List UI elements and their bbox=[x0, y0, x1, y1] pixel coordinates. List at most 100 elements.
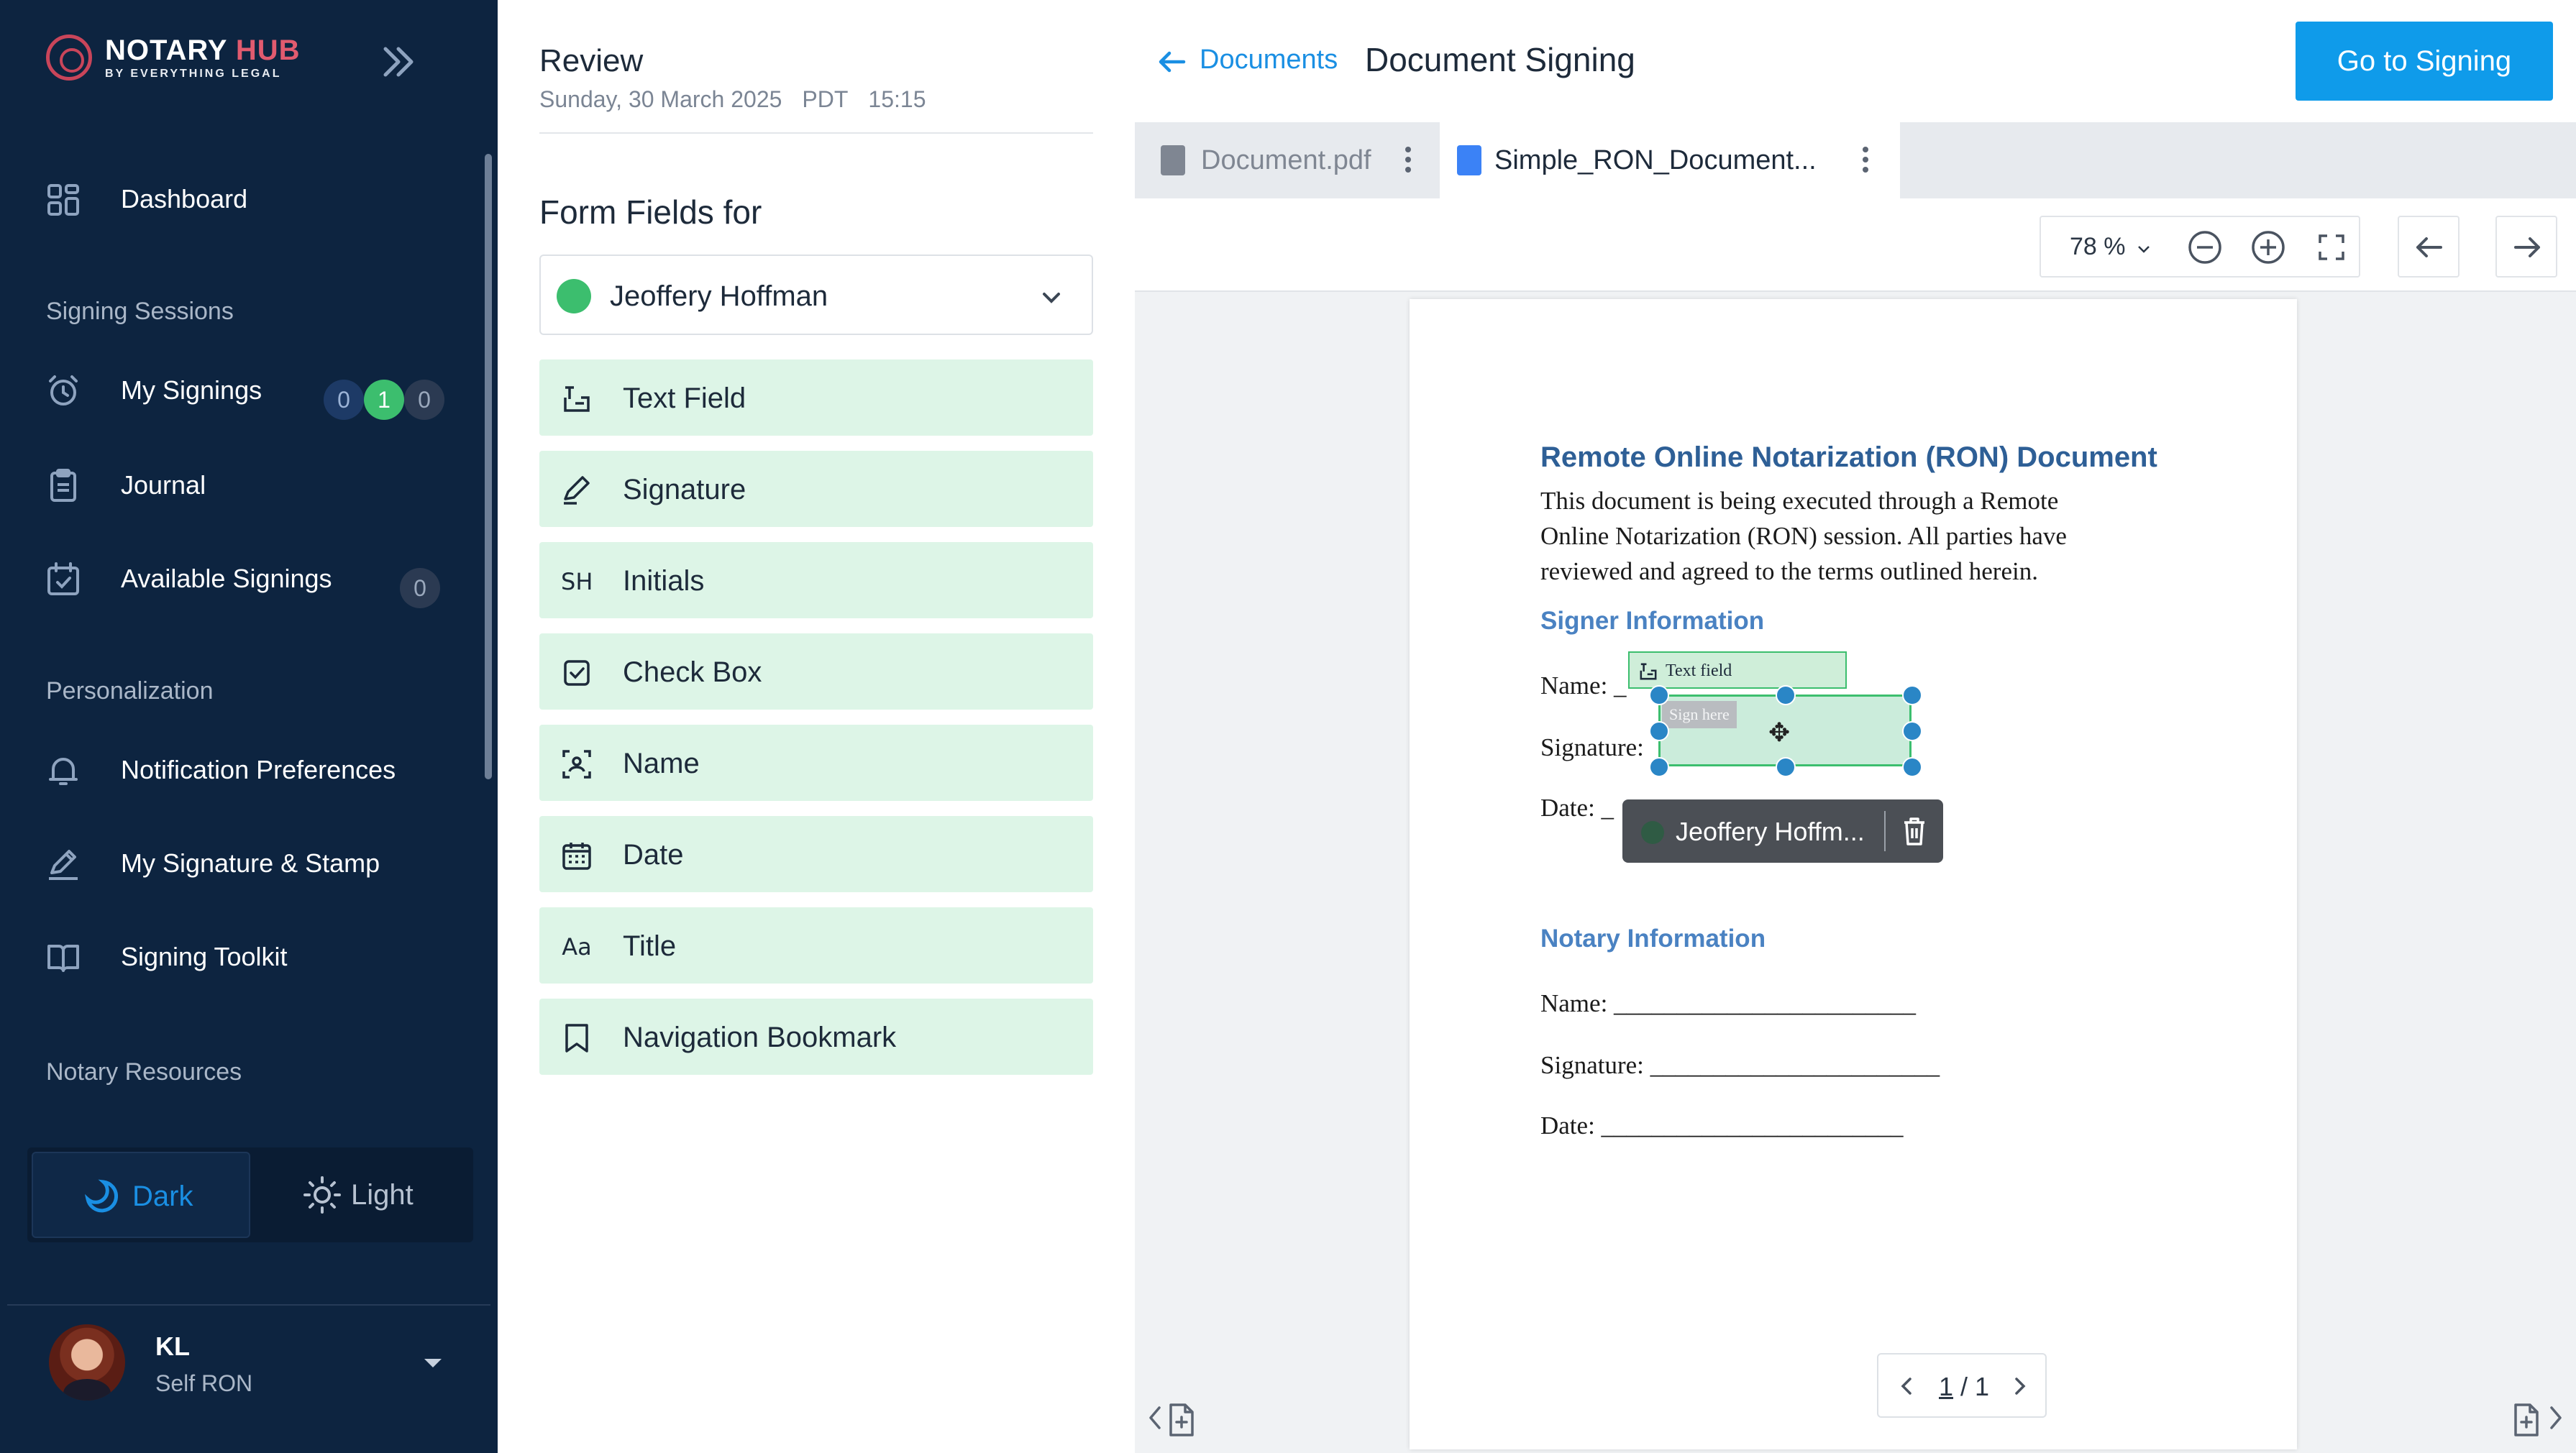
theme-dark-label: Dark bbox=[132, 1181, 193, 1212]
field-item-signature[interactable]: Signature bbox=[539, 451, 1093, 527]
field-item-check-box[interactable]: Check Box bbox=[539, 633, 1093, 710]
arrow-left-icon bbox=[1159, 51, 1186, 73]
session-time: 15:15 bbox=[868, 86, 926, 112]
sidebar-item-available-signings[interactable]: Available Signings 0 bbox=[0, 542, 475, 614]
zoom-controls: 78 % bbox=[2040, 216, 2360, 278]
page-count: 1 / 1 bbox=[1939, 1372, 1990, 1401]
section-heading-signing-sessions: Signing Sessions bbox=[46, 298, 234, 325]
total-pages: 1 bbox=[1975, 1372, 1990, 1401]
sign-here-placeholder: Sign here bbox=[1662, 701, 1737, 728]
avatar[interactable] bbox=[49, 1324, 125, 1401]
arrow-right-icon bbox=[2514, 237, 2540, 257]
collapse-left-panel-icon[interactable] bbox=[1145, 1395, 1210, 1438]
chevron-down-icon bbox=[2138, 246, 2150, 253]
notary-date-line: Date: ________________________ bbox=[1540, 1111, 1904, 1140]
divider bbox=[1884, 811, 1886, 851]
theme-light-button[interactable]: Light bbox=[255, 1152, 469, 1238]
field-item-date[interactable]: Date bbox=[539, 816, 1093, 892]
resize-handle[interactable] bbox=[1902, 721, 1922, 741]
doc-paragraph: This document is being executed through … bbox=[1540, 483, 2188, 589]
field-item-title[interactable]: Aa Title bbox=[539, 907, 1093, 984]
sidebar-scrollbar[interactable] bbox=[485, 154, 492, 779]
field-item-text-field[interactable]: Text Field bbox=[539, 359, 1093, 436]
placed-text-field[interactable]: Text field bbox=[1628, 651, 1847, 689]
tab-document-pdf[interactable]: Document.pdf bbox=[1135, 122, 1438, 198]
go-to-signing-button[interactable]: Go to Signing bbox=[2296, 22, 2553, 101]
tab-label: Document.pdf bbox=[1201, 145, 1371, 175]
collapse-right-panel-icon[interactable] bbox=[2503, 1395, 2567, 1438]
sidebar-item-journal[interactable]: Journal bbox=[0, 449, 475, 521]
field-item-name[interactable]: Name bbox=[539, 725, 1093, 801]
dashboard-icon bbox=[46, 183, 81, 217]
sun-icon bbox=[303, 1176, 341, 1214]
zoom-out-icon[interactable] bbox=[2186, 229, 2224, 266]
chevron-right-icon[interactable] bbox=[2008, 1375, 2031, 1398]
user-role: Self RON bbox=[155, 1370, 253, 1396]
zoom-select[interactable]: 78 % bbox=[2070, 233, 2150, 261]
sidebar-item-label: Available Signings bbox=[121, 564, 332, 593]
signer-name-line: Name: _ bbox=[1540, 672, 1627, 700]
previous-page-button[interactable] bbox=[2398, 216, 2459, 278]
tab-menu-icon[interactable] bbox=[1401, 144, 1415, 180]
moon-icon bbox=[84, 1179, 118, 1213]
resize-handle[interactable] bbox=[1776, 757, 1796, 777]
tab-simple-ron-document[interactable]: Simple_RON_Document... bbox=[1440, 122, 1900, 198]
session-date: Sunday, 30 March 2025 bbox=[539, 86, 782, 112]
initials-icon: SH bbox=[561, 568, 593, 595]
field-label: Initials bbox=[623, 565, 705, 597]
resize-handle[interactable] bbox=[1776, 685, 1796, 705]
resize-handle[interactable] bbox=[1649, 757, 1669, 777]
next-page-button[interactable] bbox=[2495, 216, 2557, 278]
field-assignee-popover: Jeoffery Hoffm... bbox=[1622, 799, 1943, 863]
current-page[interactable]: 1 bbox=[1939, 1372, 1953, 1401]
resize-handle[interactable] bbox=[1649, 685, 1669, 705]
clipboard-icon bbox=[46, 469, 81, 503]
sidebar-item-signature-stamp[interactable]: My Signature & Stamp bbox=[0, 827, 475, 899]
page-indicator: 1 / 1 bbox=[1877, 1353, 2047, 1418]
section-heading-personalization: Personalization bbox=[46, 677, 214, 705]
sidebar-item-label: Signing Toolkit bbox=[121, 942, 288, 971]
zoom-in-icon[interactable] bbox=[2250, 229, 2287, 266]
signature-icon bbox=[564, 476, 590, 505]
signer-color-dot bbox=[557, 279, 591, 313]
resize-handle[interactable] bbox=[1902, 757, 1922, 777]
field-item-navigation-bookmark[interactable]: Navigation Bookmark bbox=[539, 999, 1093, 1075]
chevron-left-icon[interactable] bbox=[1896, 1375, 1919, 1398]
arrow-left-icon bbox=[2416, 237, 2442, 257]
doc-paragraph-line: This document is being executed through … bbox=[1540, 487, 2059, 515]
text-field-icon bbox=[1640, 663, 1657, 680]
sidebar-item-dashboard[interactable]: Dashboard bbox=[0, 162, 475, 234]
tab-label: Simple_RON_Document... bbox=[1494, 145, 1817, 175]
field-label: Date bbox=[623, 839, 684, 871]
field-item-initials[interactable]: SH Initials bbox=[539, 542, 1093, 618]
move-icon[interactable]: ✥ bbox=[1768, 718, 1790, 748]
count-badge: 0 bbox=[400, 568, 440, 608]
tab-menu-icon[interactable] bbox=[1858, 144, 1873, 180]
theme-dark-button[interactable]: Dark bbox=[32, 1152, 250, 1238]
assignee-name[interactable]: Jeoffery Hoffm... bbox=[1676, 817, 1865, 847]
collapse-sidebar-icon[interactable] bbox=[375, 39, 421, 85]
field-label: Navigation Bookmark bbox=[623, 1022, 897, 1053]
placed-signature-field[interactable]: Sign here ✥ bbox=[1649, 685, 1922, 777]
field-label: Check Box bbox=[623, 656, 762, 688]
zoom-level: 78 % bbox=[2070, 233, 2126, 260]
fullscreen-icon[interactable] bbox=[2313, 229, 2350, 266]
resize-handle[interactable] bbox=[1902, 685, 1922, 705]
page-title: Document Signing bbox=[1365, 41, 1635, 78]
resize-handle[interactable] bbox=[1649, 721, 1669, 741]
calendar-icon bbox=[562, 843, 591, 870]
notary-signature-line: Signature: _______________________ bbox=[1540, 1051, 1940, 1079]
title-icon: Aa bbox=[562, 933, 592, 961]
sidebar-item-my-signings[interactable]: My Signings 0 1 0 bbox=[0, 354, 475, 426]
sidebar-item-signing-toolkit[interactable]: Signing Toolkit bbox=[0, 920, 475, 992]
document-page: Remote Online Notarization (RON) Documen… bbox=[1410, 299, 2297, 1449]
session-timezone: PDT bbox=[802, 86, 849, 112]
name-icon bbox=[562, 750, 591, 779]
user-menu-caret-icon[interactable] bbox=[424, 1359, 442, 1367]
doc-header: Documents Document Signing Go to Signing bbox=[1135, 0, 2576, 122]
sidebar-item-notification-preferences[interactable]: Notification Preferences bbox=[0, 733, 475, 805]
notary-info-heading: Notary Information bbox=[1540, 925, 1766, 953]
trash-icon[interactable] bbox=[1899, 815, 1930, 847]
signer-select[interactable]: Jeoffery Hoffman bbox=[539, 255, 1093, 335]
theme-toggle: Dark Light bbox=[27, 1147, 473, 1242]
